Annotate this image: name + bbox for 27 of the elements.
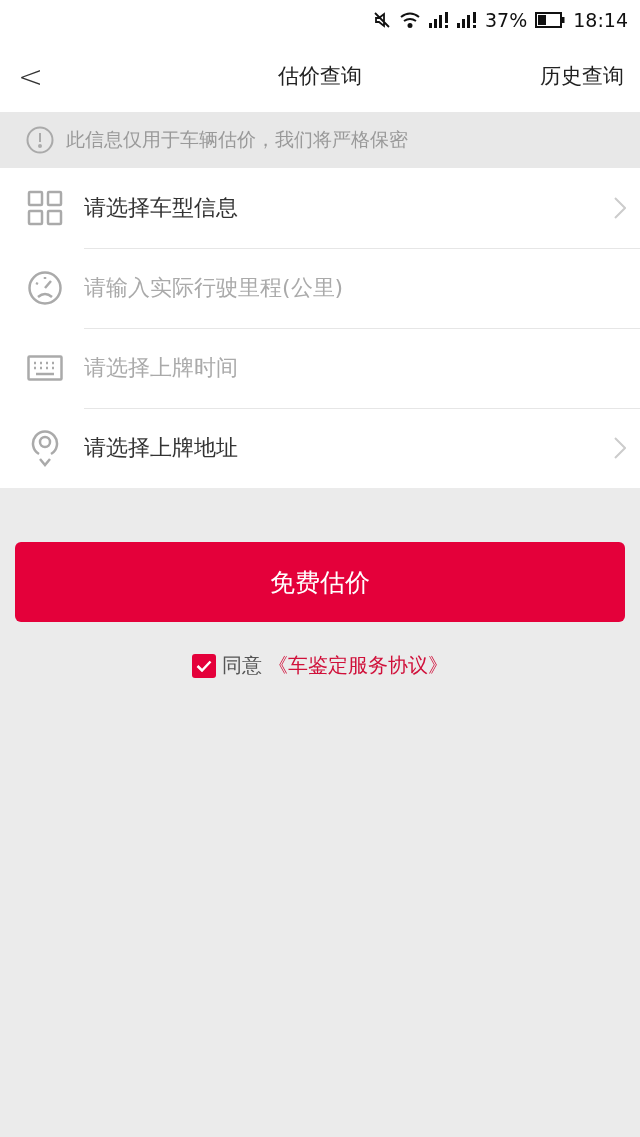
chevron-right-icon xyxy=(614,196,626,219)
location-pin-icon xyxy=(31,429,59,467)
keyboard-icon xyxy=(27,355,63,381)
signal-icon xyxy=(429,12,449,28)
agreement-checkbox[interactable] xyxy=(192,653,216,678)
estimate-button[interactable]: 免费估价 xyxy=(15,542,625,622)
battery-icon xyxy=(535,12,566,28)
gauge-icon xyxy=(27,270,63,306)
select-field[interactable]: 请选择车型信息 xyxy=(84,192,238,223)
select-field[interactable]: 请选择上牌地址 xyxy=(84,433,238,463)
chevron-right-icon xyxy=(614,437,626,459)
wifi-icon xyxy=(399,12,421,28)
battery-percentage: 37% xyxy=(485,9,528,31)
notice-text: 此信息仅用于车辆估价，我们将严格保密 xyxy=(66,127,408,152)
clock-time: 18:14 xyxy=(573,9,628,31)
signal-icon xyxy=(457,12,477,28)
history-link[interactable]: 历史查询 xyxy=(540,62,624,90)
input-field[interactable]: 请输入实际行驶里程(公里) xyxy=(84,275,524,300)
agreement-text: 同意 xyxy=(222,652,262,679)
input-field[interactable]: 请选择上牌时间 xyxy=(84,355,524,380)
page-title: 估价查询 xyxy=(278,63,362,90)
agreement-link[interactable]: 《车鉴定服务协议》 xyxy=(268,652,448,679)
grid-icon xyxy=(27,190,63,226)
checkmark-icon xyxy=(196,659,212,672)
info-icon xyxy=(26,126,54,154)
mute-icon xyxy=(373,11,391,29)
back-button[interactable]: < xyxy=(18,58,44,94)
